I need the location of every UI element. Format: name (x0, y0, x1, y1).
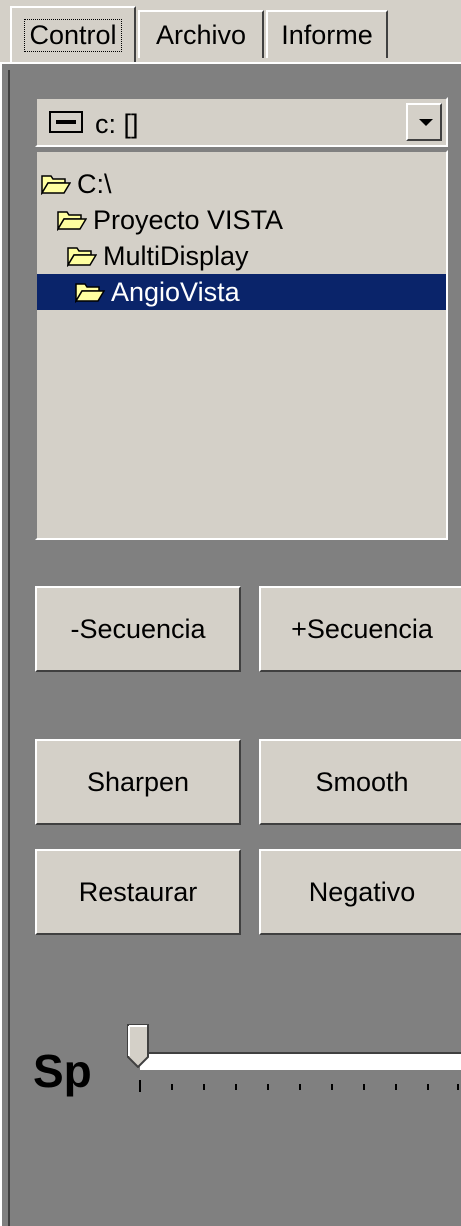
speed-label: Sp (33, 1045, 92, 1097)
tab-archivo[interactable]: Archivo (138, 10, 264, 58)
tab-control-label: Control (24, 18, 122, 52)
folder-open-icon (41, 175, 71, 195)
directory-item-label: AngioVista (111, 276, 240, 307)
directory-item-label: Proyecto VISTA (93, 204, 284, 235)
folder-open-icon (75, 283, 105, 303)
tab-informe[interactable]: Informe (266, 10, 388, 58)
tab-control[interactable]: Control (10, 6, 136, 62)
next-sequence-button[interactable]: +Secuencia (259, 586, 461, 672)
drive-select[interactable]: c: [] (35, 97, 448, 147)
drive-icon (49, 111, 83, 133)
directory-item-label: MultiDisplay (103, 240, 249, 271)
chevron-down-icon[interactable] (406, 103, 442, 141)
directory-list[interactable]: C:\ Proyecto VISTA MultiDisplay AngioVis… (35, 150, 448, 540)
folder-open-icon (67, 247, 97, 267)
sharpen-button[interactable]: Sharpen (35, 739, 241, 825)
directory-item-proyecto[interactable]: Proyecto VISTA (57, 202, 287, 238)
directory-item-multidisplay[interactable]: MultiDisplay (67, 238, 253, 274)
folder-open-icon (57, 211, 87, 231)
tab-strip: Control Archivo Informe (0, 0, 461, 62)
directory-item-label: C:\ (77, 168, 112, 199)
directory-item-root[interactable]: C:\ (41, 166, 116, 202)
speed-slider-thumb[interactable] (127, 1024, 149, 1068)
speed-slider-ticks (139, 1080, 459, 1092)
prev-sequence-button[interactable]: -Secuencia (35, 586, 241, 672)
speed-slider-track[interactable] (140, 1052, 461, 1070)
negative-button[interactable]: Negativo (259, 849, 461, 935)
drive-select-value: c: [] (95, 109, 139, 139)
smooth-button[interactable]: Smooth (259, 739, 461, 825)
tab-archivo-label: Archivo (155, 19, 247, 50)
directory-item-angiovista[interactable]: AngioVista (37, 274, 446, 310)
tab-informe-label: Informe (281, 19, 373, 50)
restore-button[interactable]: Restaurar (35, 849, 241, 935)
